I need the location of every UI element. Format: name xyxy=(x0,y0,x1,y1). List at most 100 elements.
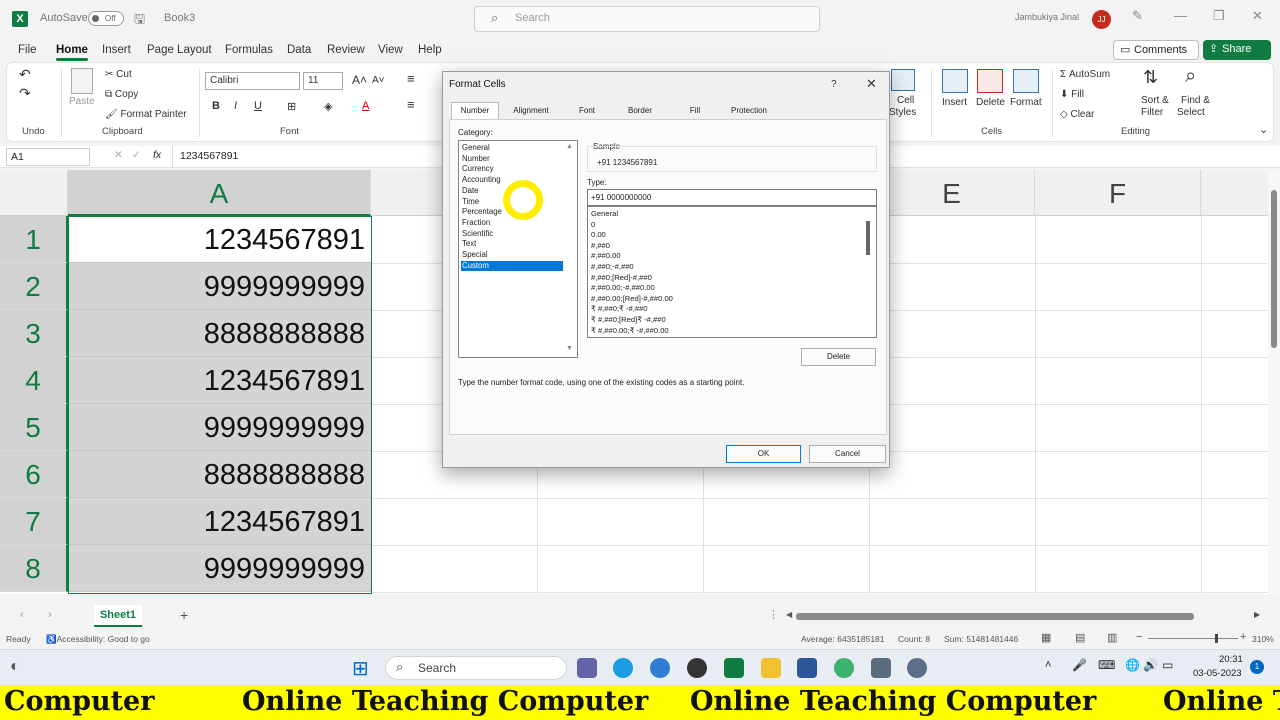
ok-button[interactable]: OK xyxy=(726,445,801,463)
sort-filter-label[interactable]: Sort & xyxy=(1141,95,1169,106)
teams-icon[interactable] xyxy=(577,658,597,678)
next-sheet-icon[interactable]: › xyxy=(48,609,52,621)
copy-button[interactable]: ⧉ Copy xyxy=(105,89,138,100)
name-box[interactable]: A1 xyxy=(6,148,90,166)
cut-button[interactable]: ✂ Cut xyxy=(105,69,132,80)
clock-time[interactable]: 20:31 xyxy=(1219,654,1243,665)
zoom-in-icon[interactable]: + xyxy=(1240,631,1246,643)
scroll-left-icon[interactable]: ◀ xyxy=(786,610,792,619)
category-item[interactable]: Fraction xyxy=(461,218,563,229)
globe-icon[interactable]: 🌐 xyxy=(1125,658,1140,672)
format-code[interactable]: 0.00 xyxy=(591,230,606,239)
zoom-slider-thumb[interactable] xyxy=(1215,634,1218,643)
redo-icon[interactable]: ↷ xyxy=(19,85,31,102)
cancel-entry-icon[interactable]: ✕ xyxy=(114,149,123,161)
code-list-scrollbar[interactable] xyxy=(866,221,870,255)
underline-button[interactable]: U xyxy=(254,100,262,112)
insert-function-icon[interactable]: fx xyxy=(153,149,161,161)
format-code[interactable]: ₹ #,##0;₹ -#,##0 xyxy=(591,304,648,313)
restore-icon[interactable]: ❐ xyxy=(1213,8,1225,24)
insert-button[interactable]: Insert xyxy=(942,97,967,108)
cell-a6[interactable]: 8888888888 xyxy=(68,451,371,498)
sheet-tab[interactable]: Sheet1 xyxy=(94,605,142,627)
cell-styles-label-2[interactable]: Styles xyxy=(889,107,916,118)
format-button[interactable]: Format xyxy=(1010,97,1042,108)
font-size-select[interactable]: 11 xyxy=(303,72,343,90)
format-code[interactable]: ₹ #,##0;[Red]₹ -#,##0 xyxy=(591,315,666,324)
row-header[interactable]: 3 xyxy=(0,310,68,357)
select-all-corner[interactable] xyxy=(0,170,68,216)
format-code[interactable]: #,##0.00;-#,##0.00 xyxy=(591,283,655,292)
autosum-button[interactable]: Σ AutoSum xyxy=(1060,69,1110,80)
borders-icon[interactable]: ⊞ xyxy=(287,100,296,113)
insert-cells-icon[interactable] xyxy=(942,69,968,93)
category-item[interactable]: Currency xyxy=(461,164,563,175)
format-code[interactable]: #,##0;-#,##0 xyxy=(591,262,634,271)
delete-cells-icon[interactable] xyxy=(977,69,1003,93)
align-top-icon[interactable]: ≡ xyxy=(407,71,415,86)
tab-fill[interactable]: Fill xyxy=(675,103,715,119)
excel-taskbar-icon[interactable] xyxy=(724,658,744,678)
media-icon[interactable] xyxy=(687,658,707,678)
prev-sheet-icon[interactable]: ‹ xyxy=(20,609,24,621)
zoom-out-icon[interactable]: − xyxy=(1136,631,1142,643)
row-header[interactable]: 5 xyxy=(0,404,68,451)
format-code[interactable]: #,##0.00;[Red]-#,##0.00 xyxy=(591,294,673,303)
column-header-e[interactable]: E xyxy=(869,170,1035,216)
clock-date[interactable]: 03-05-2023 xyxy=(1193,668,1242,679)
cell-a2[interactable]: 9999999999 xyxy=(68,263,371,310)
settings-icon[interactable] xyxy=(907,658,927,678)
format-code[interactable]: 0 xyxy=(591,220,595,229)
formula-input[interactable]: 1234567891 xyxy=(180,150,238,162)
add-sheet-button[interactable]: + xyxy=(180,607,188,623)
app-icon[interactable] xyxy=(871,658,891,678)
page-break-view-icon[interactable]: ▥ xyxy=(1107,631,1117,644)
designer-icon[interactable]: ✎ xyxy=(1132,8,1143,24)
tab-page-layout[interactable]: Page Layout xyxy=(147,44,212,56)
autosave-toggle[interactable]: Off xyxy=(88,11,124,26)
tab-view[interactable]: View xyxy=(378,44,403,56)
category-item-selected[interactable]: Custom xyxy=(461,260,563,272)
row-header[interactable]: 8 xyxy=(0,545,68,592)
sort-filter-icon[interactable]: ⇅ xyxy=(1143,67,1158,88)
tab-font[interactable]: Font xyxy=(567,103,607,119)
column-header-a[interactable]: A xyxy=(68,170,371,216)
cell-a4[interactable]: 1234567891 xyxy=(68,357,371,404)
tab-formulas[interactable]: Formulas xyxy=(225,44,273,56)
cell-a3[interactable]: 8888888888 xyxy=(68,310,371,357)
keyboard-icon[interactable]: ⌨ xyxy=(1098,658,1115,672)
find-select-icon[interactable]: ⌕ xyxy=(1185,65,1196,88)
format-cells-icon[interactable] xyxy=(1013,69,1039,93)
cell-a7[interactable]: 1234567891 xyxy=(68,498,371,545)
tab-border[interactable]: Border xyxy=(619,103,661,119)
font-color-icon[interactable]: A xyxy=(362,100,369,112)
chevron-up-icon[interactable]: ˄ xyxy=(1045,659,1051,671)
decrease-font-icon[interactable]: A˅ xyxy=(372,75,385,86)
delete-button[interactable]: Delete xyxy=(976,97,1005,108)
category-item[interactable]: Text xyxy=(461,239,563,250)
format-code[interactable]: #,##0 xyxy=(591,241,610,250)
row-header[interactable]: 7 xyxy=(0,498,68,545)
row-header[interactable]: 1 xyxy=(0,216,68,263)
format-code[interactable]: #,##0.00 xyxy=(591,251,621,260)
tab-alignment[interactable]: Alignment xyxy=(503,103,559,119)
format-code-list[interactable]: General 0 0.00 #,##0 #,##0.00 #,##0;-#,#… xyxy=(587,206,877,338)
taskbar-search[interactable]: ⌕ Search xyxy=(385,656,567,680)
help-button[interactable]: ? xyxy=(831,79,837,90)
tab-home[interactable]: Home xyxy=(56,44,88,61)
italic-button[interactable]: I xyxy=(234,100,237,112)
browser-icon[interactable] xyxy=(834,658,854,678)
battery-icon[interactable]: ▭ xyxy=(1162,658,1173,672)
clear-button[interactable]: ◇ Clear xyxy=(1060,109,1094,120)
tab-help[interactable]: Help xyxy=(418,44,442,56)
cell-a5[interactable]: 9999999999 xyxy=(68,404,371,451)
type-input[interactable]: +91 0000000000 xyxy=(587,189,877,206)
align-left-icon[interactable]: ≡ xyxy=(407,97,415,112)
cell-a8[interactable]: 9999999999 xyxy=(68,545,371,592)
tab-review[interactable]: Review xyxy=(327,44,365,56)
normal-view-icon[interactable]: ▦ xyxy=(1041,631,1051,644)
cell-styles-label[interactable]: Cell xyxy=(897,95,914,106)
file-explorer-icon[interactable] xyxy=(761,658,781,678)
window-close-icon[interactable]: ✕ xyxy=(1252,8,1263,24)
save-icon[interactable]: 🖫 xyxy=(134,10,145,32)
